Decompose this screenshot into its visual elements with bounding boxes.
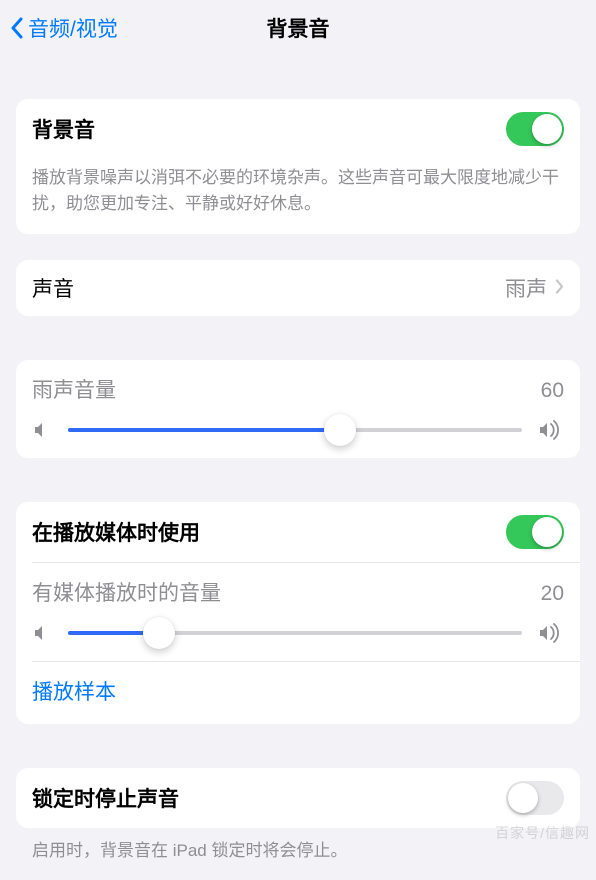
chevron-right-icon bbox=[555, 276, 564, 300]
page-title: 背景音 bbox=[267, 13, 330, 43]
sound-select-value-wrap: 雨声 bbox=[505, 273, 564, 303]
stop-on-lock-row: 锁定时停止声音 bbox=[16, 768, 580, 828]
media-volume-value: 20 bbox=[541, 582, 564, 606]
back-label: 音频/视觉 bbox=[28, 13, 118, 43]
background-sound-toggle-row: 背景音 bbox=[16, 99, 580, 159]
background-sound-description: 播放背景噪声以消弭不必要的环境杂声。这些声音可最大限度地减少干扰，助您更加专注、… bbox=[16, 159, 580, 234]
sound-select-label: 声音 bbox=[32, 273, 74, 303]
volume-min-icon bbox=[32, 623, 52, 643]
background-sound-switch[interactable] bbox=[506, 112, 564, 146]
volume-min-icon bbox=[32, 420, 52, 440]
back-button[interactable]: 音频/视觉 bbox=[8, 13, 118, 43]
volume-max-icon bbox=[538, 623, 564, 643]
play-sample-link[interactable]: 播放样本 bbox=[16, 662, 580, 724]
rain-volume-group: 雨声音量 60 bbox=[16, 360, 580, 458]
background-sound-group: 背景音 播放背景噪声以消弭不必要的环境杂声。这些声音可最大限度地减少干扰，助您更… bbox=[16, 99, 580, 234]
media-usage-group: 在播放媒体时使用 有媒体播放时的音量 20 播放样本 bbox=[16, 502, 580, 724]
rain-volume-block: 雨声音量 60 bbox=[16, 360, 580, 458]
rain-volume-title: 雨声音量 bbox=[32, 374, 116, 404]
use-with-media-label: 在播放媒体时使用 bbox=[32, 517, 200, 547]
stop-on-lock-switch[interactable] bbox=[506, 781, 564, 815]
use-with-media-row: 在播放媒体时使用 bbox=[16, 502, 580, 562]
rain-volume-slider[interactable] bbox=[68, 428, 522, 432]
use-with-media-switch[interactable] bbox=[506, 515, 564, 549]
media-volume-slider[interactable] bbox=[68, 631, 522, 635]
sound-select-value: 雨声 bbox=[505, 273, 547, 303]
rain-volume-value: 60 bbox=[541, 379, 564, 403]
media-volume-block: 有媒体播放时的音量 20 bbox=[16, 563, 580, 661]
background-sound-label: 背景音 bbox=[32, 114, 95, 144]
nav-bar: 音频/视觉 背景音 bbox=[0, 0, 596, 55]
media-volume-title: 有媒体播放时的音量 bbox=[32, 577, 221, 607]
sound-select-group: 声音 雨声 bbox=[16, 260, 580, 316]
watermark: 百家号/信趣网 bbox=[495, 823, 590, 843]
volume-max-icon bbox=[538, 420, 564, 440]
stop-on-lock-label: 锁定时停止声音 bbox=[32, 783, 179, 813]
stop-on-lock-group: 锁定时停止声音 bbox=[16, 768, 580, 828]
sound-select-row[interactable]: 声音 雨声 bbox=[16, 260, 580, 316]
chevron-left-icon bbox=[8, 15, 26, 41]
